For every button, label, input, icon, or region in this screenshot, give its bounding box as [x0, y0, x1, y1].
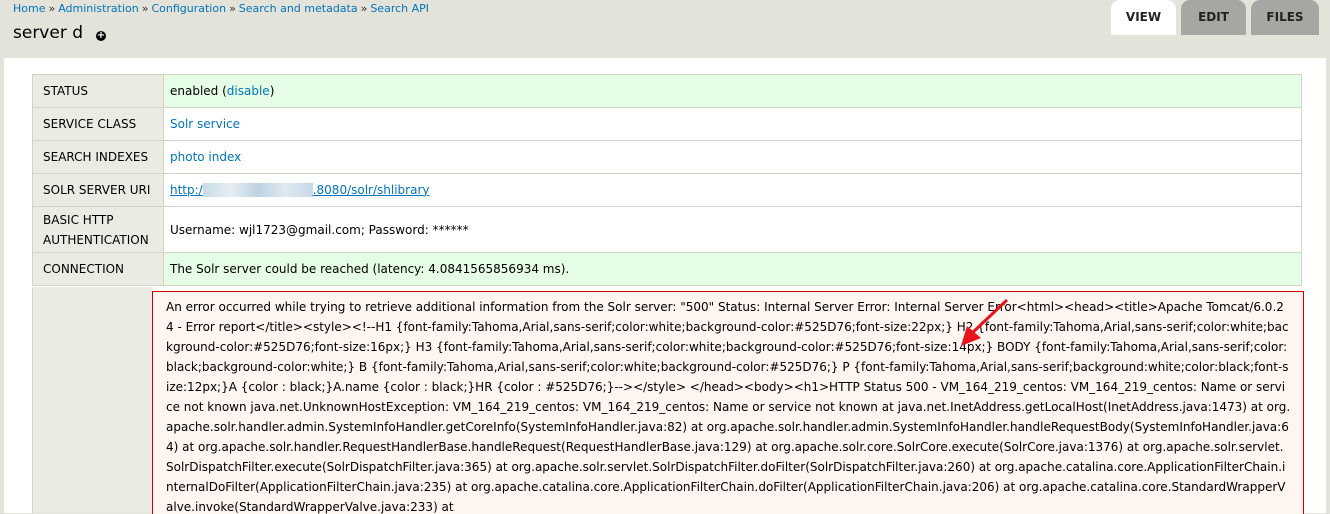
tab-files[interactable]: FILES [1251, 0, 1319, 35]
status-value: enabled (disable) [163, 74, 1302, 108]
server-info-table: STATUS enabled (disable) SERVICE CLASS S… [32, 74, 1302, 286]
error-message-box: An error occurred while trying to retrie… [152, 291, 1304, 514]
row-label: STATUS [32, 74, 164, 108]
breadcrumb-separator: » [48, 2, 56, 15]
header-bar: Home» Administration» Configuration» Search… [0, 0, 1330, 58]
breadcrumb: Home» Administration» Configuration» Search… [13, 2, 429, 15]
add-shortcut-icon[interactable]: + [96, 31, 106, 41]
breadcrumb-home[interactable]: Home [13, 2, 45, 15]
row-label: SOLR SERVER URI [32, 173, 164, 207]
status-text: enabled ( [170, 84, 227, 98]
row-label: CONNECTION [32, 252, 164, 286]
breadcrumb-separator: » [141, 2, 149, 15]
page-title: server d [13, 23, 84, 43]
error-row-label-cell [32, 287, 153, 513]
breadcrumb-search-api[interactable]: Search API [370, 2, 429, 15]
table-row-connection: CONNECTION The Solr server could be reac… [32, 252, 1302, 286]
error-message: An error occurred while trying to retrie… [166, 300, 1291, 514]
table-row-service-class: SERVICE CLASS Solr service [32, 107, 1302, 141]
table-row-solr-uri: SOLR SERVER URI http:/ .8080/solr/shlibra… [32, 173, 1302, 207]
row-label: BASIC HTTP AUTHENTICATION [32, 206, 164, 253]
table-row-status: STATUS enabled (disable) [32, 74, 1302, 108]
row-label: SERVICE CLASS [32, 107, 164, 141]
service-class-link[interactable]: Solr service [170, 117, 240, 131]
solr-uri-prefix: http:/ [170, 182, 203, 197]
solr-uri-suffix: .8080/solr/shlibrary [312, 182, 430, 197]
table-row-search-indexes: SEARCH INDEXES photo index [32, 140, 1302, 174]
tab-view[interactable]: VIEW [1111, 0, 1176, 35]
connection-value: The Solr server could be reached (latenc… [163, 252, 1302, 286]
breadcrumb-configuration[interactable]: Configuration [151, 2, 226, 15]
annotation-arrow-icon [961, 298, 1009, 346]
main-content: STATUS enabled (disable) SERVICE CLASS S… [4, 58, 1326, 514]
breadcrumb-search-and-metadata[interactable]: Search and metadata [239, 2, 358, 15]
breadcrumb-separator: » [360, 2, 368, 15]
tab-edit[interactable]: EDIT [1181, 0, 1246, 35]
disable-link[interactable]: disable [227, 84, 270, 98]
search-index-link[interactable]: photo index [170, 150, 241, 164]
basic-auth-value: Username: wjl1723@gmail.com; Password: *… [163, 206, 1302, 253]
redacted-host [202, 183, 313, 198]
table-row-basic-auth: BASIC HTTP AUTHENTICATION Username: wjl1… [32, 206, 1302, 253]
breadcrumb-separator: » [229, 2, 236, 15]
solr-uri-link[interactable]: http:/ .8080/solr/shlibrary [170, 182, 430, 198]
breadcrumb-administration[interactable]: Administration [58, 2, 139, 15]
row-label: SEARCH INDEXES [32, 140, 164, 174]
status-suffix: ) [269, 84, 275, 98]
